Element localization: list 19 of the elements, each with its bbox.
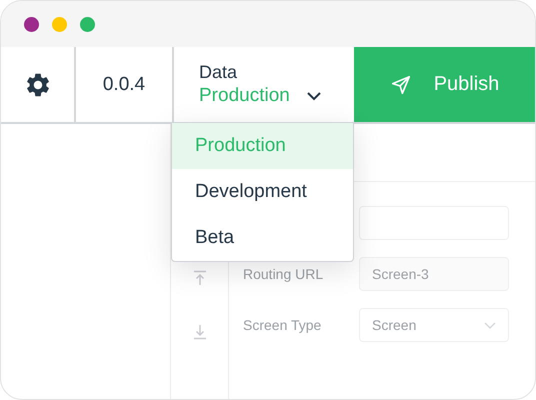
download-icon[interactable] bbox=[192, 324, 208, 340]
input-field[interactable]: Screen-3 bbox=[359, 257, 509, 291]
select-field[interactable]: Screen bbox=[359, 308, 509, 342]
window-control-dot[interactable] bbox=[24, 16, 39, 32]
version-label: 0.0.4 bbox=[102, 74, 146, 96]
input-field[interactable] bbox=[359, 206, 509, 240]
send-icon bbox=[390, 74, 412, 96]
dropdown-option[interactable]: Production bbox=[172, 123, 353, 169]
publish-button[interactable]: Publish bbox=[354, 47, 535, 122]
dropdown-option[interactable]: Development bbox=[172, 169, 353, 215]
window-control-dot[interactable] bbox=[80, 16, 95, 32]
window-control-dot[interactable] bbox=[52, 16, 67, 32]
chevron-icon bbox=[306, 90, 322, 100]
upload-icon[interactable] bbox=[192, 270, 208, 286]
field-label: Screen Type bbox=[243, 317, 322, 333]
field-label: Routing URL bbox=[243, 266, 324, 282]
dropdown-option[interactable]: Beta bbox=[172, 215, 353, 261]
environment-dropdown[interactable]: Data Production bbox=[174, 47, 354, 122]
chevron-icon bbox=[484, 322, 496, 328]
